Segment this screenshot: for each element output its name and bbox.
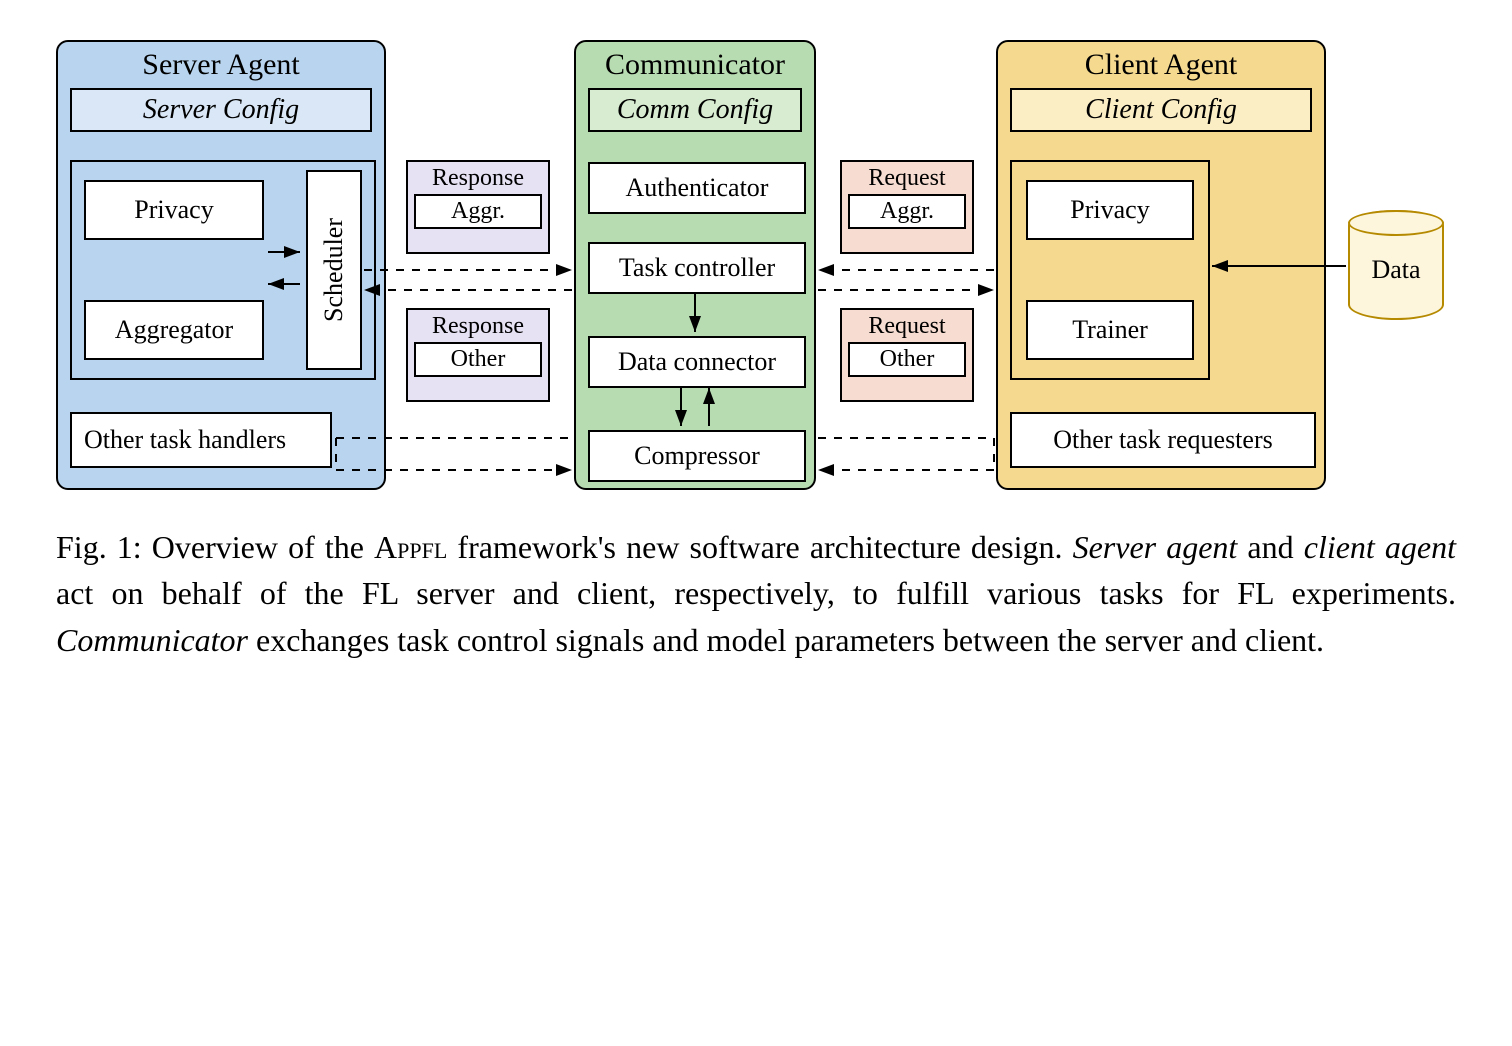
caption-prefix: Fig. 1: Overview of the: [56, 529, 374, 565]
request-other-inner: Other: [848, 342, 966, 377]
request-other-title: Request: [842, 310, 972, 340]
request-other-box: Request Other: [840, 308, 974, 402]
response-other-box: Response Other: [406, 308, 550, 402]
compressor-box: Compressor: [588, 430, 806, 482]
client-privacy-box: Privacy: [1026, 180, 1194, 240]
data-cylinder: Data: [1348, 210, 1444, 320]
server-config-box: Server Config: [70, 88, 372, 132]
response-other-title: Response: [408, 310, 548, 340]
server-aggregator-box: Aggregator: [84, 300, 264, 360]
request-aggr-title: Request: [842, 162, 972, 192]
response-aggr-inner: Aggr.: [414, 194, 542, 229]
comm-config-box: Comm Config: [588, 88, 802, 132]
client-agent-panel: Client Agent Client Config Privacy Train…: [996, 40, 1326, 490]
communicator-panel: Communicator Comm Config Authenticator T…: [574, 40, 816, 490]
authenticator-box: Authenticator: [588, 162, 806, 214]
server-scheduler-box: Scheduler: [306, 170, 362, 370]
server-other-handlers-box: Other task handlers: [70, 412, 332, 468]
client-other-requesters-box: Other task requesters: [1010, 412, 1316, 468]
architecture-diagram: Server Agent Server Config Privacy Aggre…: [56, 40, 1456, 500]
figure-caption: Fig. 1: Overview of the Appfl framework'…: [56, 524, 1456, 663]
task-controller-box: Task controller: [588, 242, 806, 294]
response-aggr-title: Response: [408, 162, 548, 192]
server-agent-panel: Server Agent Server Config Privacy Aggre…: [56, 40, 386, 490]
server-agent-title: Server Agent: [58, 42, 384, 86]
data-cylinder-label: Data: [1371, 255, 1420, 285]
server-privacy-box: Privacy: [84, 180, 264, 240]
client-trainer-box: Trainer: [1026, 300, 1194, 360]
communicator-title: Communicator: [576, 42, 814, 86]
response-aggr-box: Response Aggr.: [406, 160, 550, 254]
request-aggr-inner: Aggr.: [848, 194, 966, 229]
client-config-box: Client Config: [1010, 88, 1312, 132]
data-connector-box: Data connector: [588, 336, 806, 388]
response-other-inner: Other: [414, 342, 542, 377]
client-agent-title: Client Agent: [998, 42, 1324, 86]
server-scheduler-label: Scheduler: [319, 218, 349, 322]
caption-appfl: Appfl: [374, 529, 447, 565]
request-aggr-box: Request Aggr.: [840, 160, 974, 254]
